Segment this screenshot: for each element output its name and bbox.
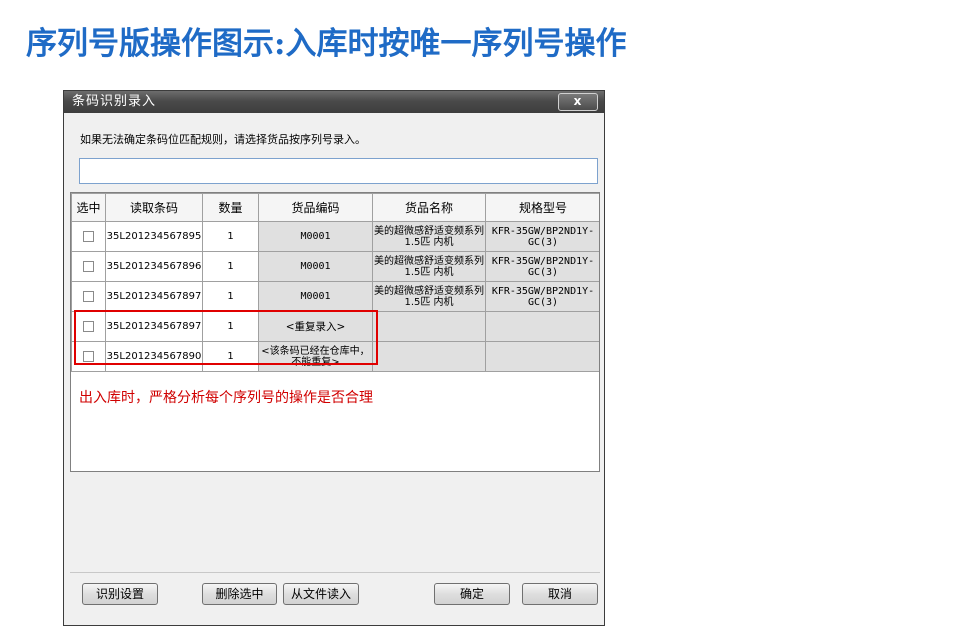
spec-cell: KFR-35GW/BP2ND1Y-GC(3) <box>485 221 599 252</box>
barcode-cell: 35L201234567890 <box>105 341 203 372</box>
col-header-spec[interactable]: 规格型号 <box>485 193 599 222</box>
read-from-file-button[interactable]: 从文件读入 <box>283 583 359 605</box>
item-name-cell <box>372 311 486 342</box>
select-cell[interactable] <box>71 251 106 282</box>
col-header-qty[interactable]: 数量 <box>202 193 259 222</box>
delete-selected-button[interactable]: 删除选中 <box>202 583 277 605</box>
col-header-item-name[interactable]: 货品名称 <box>372 193 486 222</box>
barcode-input[interactable] <box>79 158 598 184</box>
qty-cell: 1 <box>202 251 259 282</box>
barcode-cell: 35L201234567897 <box>105 311 203 342</box>
item-name-cell: 美的超微感舒适变频系列1.5匹 内机 <box>372 221 486 252</box>
table-row[interactable]: 35L201234567896 1 M0001 美的超微感舒适变频系列1.5匹 … <box>71 251 599 282</box>
select-cell[interactable] <box>71 221 106 252</box>
spec-cell <box>485 341 599 372</box>
footer-divider <box>70 572 600 573</box>
instruction-text: 如果无法确定条码位匹配规则，请选择货品按序列号录入。 <box>80 133 366 146</box>
table-row[interactable]: 35L201234567895 1 M0001 美的超微感舒适变频系列1.5匹 … <box>71 221 599 252</box>
qty-cell: 1 <box>202 221 259 252</box>
barcode-cell: 35L201234567897 <box>105 281 203 312</box>
close-button[interactable]: x <box>558 93 598 111</box>
barcode-cell: 35L201234567895 <box>105 221 203 252</box>
row-checkbox[interactable] <box>83 230 94 242</box>
item-code-cell: M0001 <box>258 281 373 312</box>
item-code-cell: M0001 <box>258 251 373 282</box>
table-row[interactable]: 35L201234567897 1 M0001 美的超微感舒适变频系列1.5匹 … <box>71 281 599 312</box>
row-checkbox[interactable] <box>83 290 94 302</box>
item-code-cell: <重复录入> <box>258 311 373 342</box>
annotation-note: 出入库时，严格分析每个序列号的操作是否合理 <box>79 390 373 406</box>
item-name-cell: 美的超微感舒适变频系列1.5匹 内机 <box>372 281 486 312</box>
grid-header-row: 选中 读取条码 数量 货品编码 货品名称 规格型号 <box>71 193 599 222</box>
table-row[interactable]: 35L201234567890 1 <该条码已经在仓库中，不能重复> <box>71 341 599 372</box>
spec-cell: KFR-35GW/BP2ND1Y-GC(3) <box>485 251 599 282</box>
qty-cell: 1 <box>202 341 259 372</box>
barcode-grid[interactable]: 选中 读取条码 数量 货品编码 货品名称 规格型号 35L20123456789… <box>70 192 600 472</box>
col-header-select[interactable]: 选中 <box>71 193 106 222</box>
qty-cell: 1 <box>202 311 259 342</box>
dialog-titlebar[interactable]: 条码识别录入 x <box>64 91 604 113</box>
page-title: 序列号版操作图示:入库时按唯一序列号操作 <box>26 26 627 62</box>
item-code-cell: <该条码已经在仓库中，不能重复> <box>258 341 373 372</box>
barcode-entry-dialog: 条码识别录入 x 如果无法确定条码位匹配规则，请选择货品按序列号录入。 选中 读… <box>63 90 605 626</box>
qty-cell: 1 <box>202 281 259 312</box>
recognition-settings-button[interactable]: 识别设置 <box>82 583 158 605</box>
cancel-button[interactable]: 取消 <box>522 583 598 605</box>
ok-button[interactable]: 确定 <box>434 583 510 605</box>
col-header-item-code[interactable]: 货品编码 <box>258 193 373 222</box>
spec-cell: KFR-35GW/BP2ND1Y-GC(3) <box>485 281 599 312</box>
item-name-cell <box>372 341 486 372</box>
item-name-cell: 美的超微感舒适变频系列1.5匹 内机 <box>372 251 486 282</box>
spec-cell <box>485 311 599 342</box>
row-checkbox[interactable] <box>83 350 94 362</box>
row-checkbox[interactable] <box>83 320 94 332</box>
dialog-title: 条码识别录入 <box>72 94 157 109</box>
item-code-cell: M0001 <box>258 221 373 252</box>
row-checkbox[interactable] <box>83 260 94 272</box>
col-header-barcode[interactable]: 读取条码 <box>105 193 203 222</box>
select-cell[interactable] <box>71 341 106 372</box>
close-icon: x <box>573 94 583 108</box>
table-row[interactable]: 35L201234567897 1 <重复录入> <box>71 311 599 342</box>
select-cell[interactable] <box>71 311 106 342</box>
barcode-cell: 35L201234567896 <box>105 251 203 282</box>
select-cell[interactable] <box>71 281 106 312</box>
